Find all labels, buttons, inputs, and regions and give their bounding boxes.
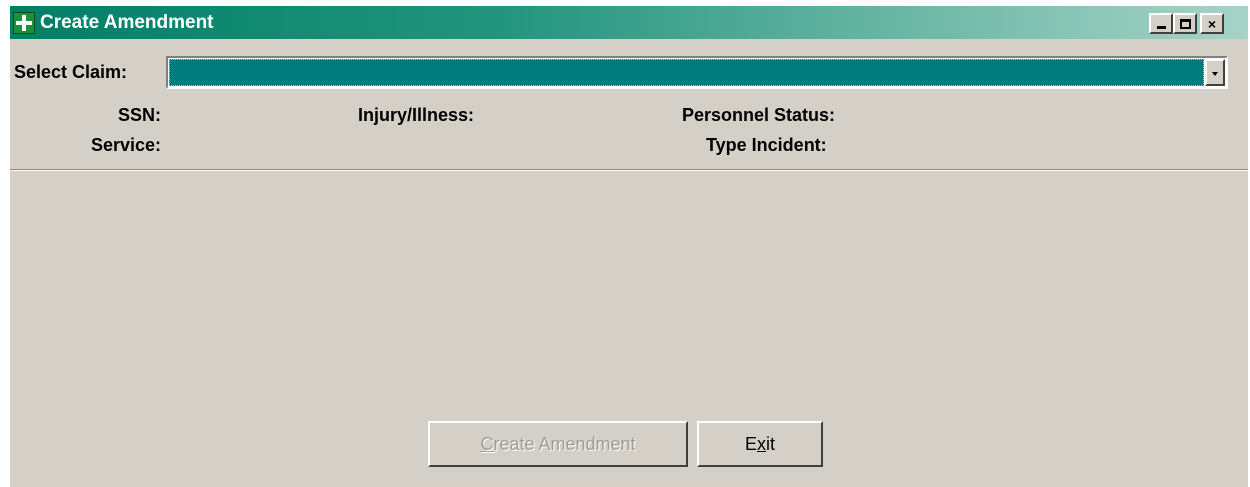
window-title: Create Amendment — [40, 12, 214, 33]
dropdown-button[interactable] — [1205, 59, 1225, 86]
select-claim-value[interactable] — [169, 59, 1204, 86]
exit-button[interactable]: Ex it — [697, 421, 823, 467]
section-divider — [10, 169, 1248, 171]
minimize-icon — [1156, 26, 1166, 29]
create-amendment-button[interactable]: Create Amendment — [428, 421, 688, 467]
service-label: Service: — [90, 135, 161, 155]
close-icon: × — [1207, 15, 1217, 32]
exit-label-end: it — [766, 433, 775, 454]
ssn-label: SSN: — [117, 105, 161, 125]
exit-label-start: E — [744, 433, 757, 454]
select-claim-dropdown[interactable] — [166, 56, 1228, 89]
close-button[interactable]: × — [1200, 13, 1224, 34]
minimize-button[interactable] — [1149, 13, 1173, 34]
maximize-button[interactable] — [1173, 13, 1197, 34]
create-amendment-mnemonic: C — [480, 433, 494, 454]
chevron-down-icon — [1212, 72, 1218, 76]
create-amendment-window: Create Amendment × Select Claim: SSN: Se… — [10, 6, 1248, 487]
type-incident-label: Type Incident: — [706, 135, 827, 155]
maximize-icon — [1179, 18, 1191, 29]
medical-cross-icon — [13, 12, 35, 34]
title-bar[interactable]: Create Amendment × — [10, 6, 1248, 39]
personnel-status-label: Personnel Status: — [682, 105, 836, 125]
injury-illness-label: Injury/Illness: — [358, 105, 475, 125]
exit-mnemonic: x — [757, 433, 766, 454]
select-claim-label: Select Claim: — [14, 62, 128, 82]
create-amendment-label: reate Amendment — [493, 433, 636, 454]
